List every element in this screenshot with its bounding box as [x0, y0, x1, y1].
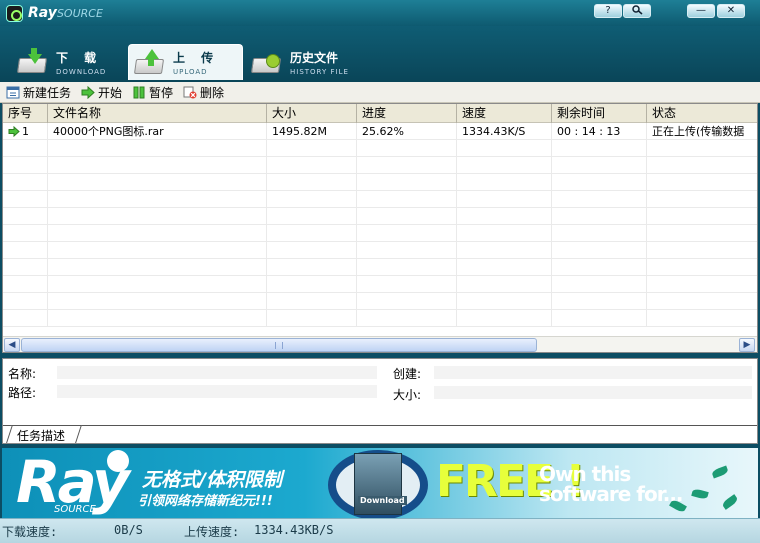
leaf-icon	[721, 494, 739, 510]
table-row-empty	[3, 140, 757, 157]
table-header: 序号 文件名称 大小 进度 速度 剩余时间 状态	[3, 104, 757, 123]
details-tab-line	[3, 425, 757, 426]
magnifier-icon[interactable]	[623, 4, 651, 18]
start-label: 开始	[98, 85, 123, 100]
table-row-empty	[3, 174, 757, 191]
software-box-icon	[354, 453, 402, 515]
logo-ray-text: Ray	[28, 5, 57, 21]
table-row-empty	[3, 191, 757, 208]
leaf-icon	[669, 498, 687, 514]
minimize-button[interactable]: —	[687, 4, 715, 18]
pause-button[interactable]: 暂停	[132, 83, 173, 101]
table-row-empty	[3, 242, 757, 259]
size-label: 大小:	[393, 388, 422, 402]
scroll-right-icon[interactable]: ▶	[739, 338, 755, 352]
col-speed[interactable]: 速度	[457, 104, 552, 123]
size-field	[434, 386, 752, 399]
app-logo: Ray SOURCE	[6, 4, 103, 22]
cell-remaining: 00 : 14 : 13	[552, 123, 647, 140]
banner-slogan-2: 引领网络存储新纪元!!!	[138, 494, 273, 509]
task-table: 序号 文件名称 大小 进度 速度 剩余时间 状态 1 40000个PNG图标.r…	[2, 103, 758, 353]
new-task-label: 新建任务	[23, 85, 72, 100]
tab-upload-label: 上 传	[173, 51, 220, 65]
leaf-icon	[711, 465, 729, 479]
cell-index: 1	[3, 123, 48, 140]
main-tab-bar: 下 载 DOWNLOAD 上 传 UPLOAD 历史文件 HISTORY FIL…	[0, 26, 760, 82]
table-row-empty	[3, 310, 757, 327]
created-field	[434, 366, 752, 379]
new-task-button[interactable]: 新建任务	[6, 83, 71, 101]
tab-download-sublabel: DOWNLOAD	[56, 67, 107, 76]
cell-filename: 40000个PNG图标.rar	[48, 123, 267, 140]
scroll-left-icon[interactable]: ◀	[4, 338, 20, 352]
name-field	[57, 366, 377, 379]
pause-label: 暂停	[149, 85, 174, 100]
banner-slogan-1: 无格式/体积限制	[142, 469, 282, 491]
horizontal-scrollbar[interactable]: ◀ ▶	[3, 336, 757, 352]
close-button[interactable]: ✕	[717, 4, 745, 18]
play-icon	[81, 85, 95, 99]
tab-history[interactable]: 历史文件 HISTORY FILE	[246, 44, 366, 80]
col-index[interactable]: 序号	[3, 104, 48, 123]
download-speed-value: 0B/S	[114, 523, 143, 537]
tab-history-label: 历史文件	[290, 50, 339, 65]
table-row-empty	[3, 157, 757, 174]
pause-icon	[132, 86, 146, 99]
download-icon	[16, 48, 48, 76]
tab-history-sublabel: HISTORY FILE	[290, 67, 349, 76]
col-status[interactable]: 状态	[647, 104, 757, 123]
tab-upload-sublabel: UPLOAD	[173, 68, 208, 76]
col-size[interactable]: 大小	[267, 104, 357, 123]
cell-speed: 1334.43K/S	[457, 123, 552, 140]
leaf-icon	[691, 488, 709, 500]
row-running-icon	[8, 126, 20, 137]
upload-speed-value: 1334.43KB/S	[254, 523, 334, 537]
ad-banner[interactable]: Ray SOURCE 无格式/体积限制 引领网络存储新纪元!!! Downloa…	[2, 448, 758, 518]
table-row-empty	[3, 208, 757, 225]
start-button[interactable]: 开始	[81, 83, 122, 101]
delete-button[interactable]: 删除	[183, 83, 224, 101]
tab-upload[interactable]: 上 传 UPLOAD	[128, 44, 243, 80]
delete-icon	[183, 86, 197, 99]
software-box-label: Download	[358, 496, 407, 505]
table-row-empty	[3, 225, 757, 242]
tab-download-label: 下 载	[56, 50, 103, 65]
scroll-thumb[interactable]	[21, 338, 537, 352]
logo-source-text: SOURCE	[56, 6, 103, 20]
upload-icon	[133, 48, 165, 77]
history-file-icon	[250, 48, 282, 76]
cell-status: 正在上传(传输数据	[652, 125, 745, 138]
created-label: 创建:	[393, 367, 422, 381]
cell-progress: 25.62%	[357, 123, 457, 140]
path-label: 路径:	[8, 386, 37, 400]
table-row-empty	[3, 293, 757, 310]
col-filename[interactable]: 文件名称	[48, 104, 267, 123]
title-bar: Ray SOURCE ? — ✕	[0, 0, 760, 26]
app-window: Ray SOURCE ? — ✕ 下 载 DOWNLOAD 上 传 UPLOAD…	[0, 0, 760, 543]
table-row[interactable]: 1 40000个PNG图标.rar 1495.82M 25.62% 1334.4…	[3, 123, 757, 140]
upload-speed-label: 上传速度:	[184, 525, 240, 539]
delete-label: 删除	[200, 85, 225, 100]
task-details-panel: 名称: 路径: 创建: 大小: 任务描述	[2, 358, 758, 444]
logo-badge-icon	[6, 4, 23, 22]
col-remaining[interactable]: 剩余时间	[552, 104, 647, 123]
download-speed-label: 下载速度:	[2, 525, 58, 539]
status-bar: 下载速度: 0B/S 上传速度: 1334.43KB/S	[0, 518, 760, 543]
table-row-empty	[3, 259, 757, 276]
tab-download[interactable]: 下 载 DOWNLOAD	[12, 44, 124, 80]
help-button[interactable]: ?	[594, 4, 622, 18]
name-label: 名称:	[8, 367, 37, 381]
banner-source-text: SOURCE	[54, 504, 96, 515]
path-field	[57, 385, 377, 398]
cell-index-value: 1	[22, 125, 29, 138]
cell-size: 1495.82M	[267, 123, 357, 140]
col-progress[interactable]: 进度	[357, 104, 457, 123]
banner-own-line-2: software for...	[539, 482, 684, 506]
table-row-empty	[3, 276, 757, 293]
new-task-icon	[6, 86, 20, 99]
task-description-tab[interactable]: 任务描述	[17, 427, 65, 444]
toolbar: 新建任务 开始 暂停 删除	[0, 82, 760, 103]
